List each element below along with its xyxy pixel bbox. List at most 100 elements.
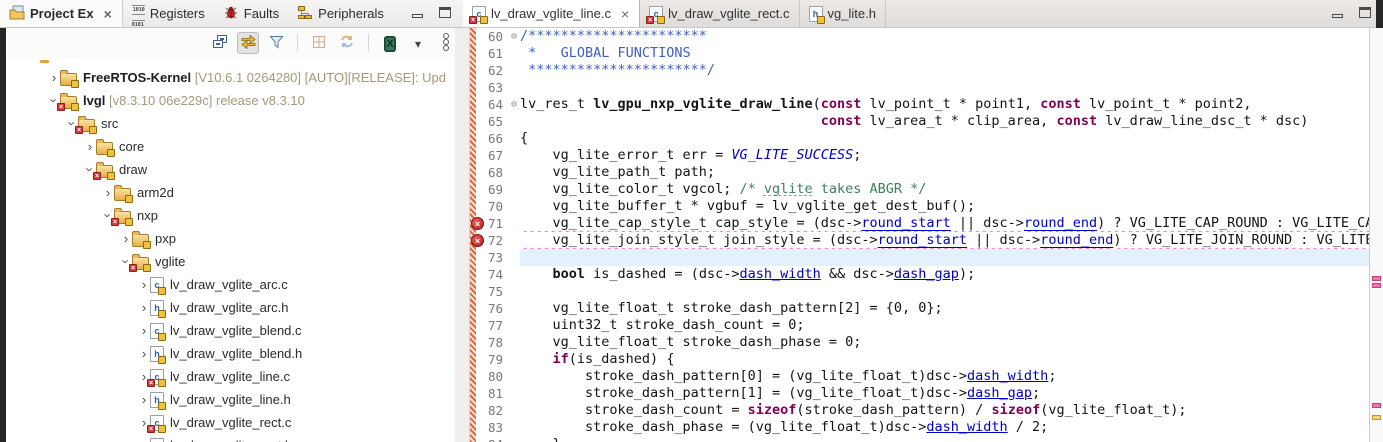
view-menu-button[interactable]	[435, 32, 457, 54]
view-tab-peripherals[interactable]: Peripherals	[288, 0, 393, 27]
filter-button[interactable]	[265, 32, 287, 54]
grid-view-icon	[312, 35, 326, 52]
fold-gutter	[508, 385, 520, 402]
tree-row-lv-draw-vglite-arc-h[interactable]: › h lv_draw_vglite_arc.h	[7, 296, 463, 319]
line-number: 64	[476, 96, 508, 113]
panel-sash[interactable]	[455, 28, 470, 442]
tree-item-name: lv_draw_vglite_rect.h	[170, 438, 292, 442]
editor-tab-lv_draw_vglite_rect-c[interactable]: c × lv_draw_vglite_rect.c	[640, 0, 800, 27]
minimize-button[interactable]	[1332, 6, 1343, 21]
tab-label: Peripherals	[318, 6, 384, 21]
excel-export-button[interactable]: X	[379, 32, 401, 54]
tree-row-lv-draw-vglite-blend-h[interactable]: › h lv_draw_vglite_blend.h	[7, 342, 463, 365]
fold-marker-icon[interactable]: ⊖	[508, 28, 520, 45]
tree-row-vglite[interactable]: › × vglite	[7, 250, 463, 273]
tree-item-name: FreeRTOS-Kernel	[83, 70, 192, 85]
excel-export-icon: X	[384, 36, 396, 52]
folder-icon: ×	[93, 161, 115, 180]
tree-row-lv-draw-vglite-arc-c[interactable]: › c lv_draw_vglite_arc.c	[7, 273, 463, 296]
tree-item-name: core	[119, 139, 145, 154]
code-line-66: 66 {	[470, 130, 1369, 147]
tree-item-label: core	[119, 139, 144, 154]
collapse-all-button[interactable]	[209, 32, 231, 54]
tree-row-pxp[interactable]: › pxp	[7, 227, 463, 250]
fold-marker-icon[interactable]: ⊖	[508, 96, 520, 113]
tree-row-freertos-kernel[interactable]: › FreeRTOS-Kernel [V10.6.1 0264280] [AUTO…	[7, 66, 463, 89]
error-badge: ×	[646, 15, 655, 24]
chevron-right-icon[interactable]: ›	[138, 346, 150, 361]
code-lines: 60 ⊖/********************** 61 * GLOBAL FU…	[470, 28, 1369, 442]
editor-tabbar: c × lv_draw_vglite_line.c × c × lv_draw_vglite…	[463, 0, 1383, 28]
tree-row-draw[interactable]: › × draw	[7, 158, 463, 181]
line-number: 76	[476, 300, 508, 317]
tree-item-name: lv_draw_vglite_arc.h	[170, 300, 289, 315]
close-icon[interactable]: ×	[620, 7, 630, 21]
tree-row-lv-draw-vglite-rect-h[interactable]: ›h lv_draw_vglite_rect.h	[7, 434, 463, 442]
chevron-right-icon[interactable]: ›	[138, 300, 150, 315]
refresh-sync-button[interactable]	[336, 32, 358, 54]
tree-row-core[interactable]: › core	[7, 135, 463, 158]
fold-gutter	[508, 436, 520, 442]
overview-marker[interactable]	[1372, 283, 1381, 288]
editor-tab-lv_draw_vglite_line-c[interactable]: c × lv_draw_vglite_line.c ×	[463, 0, 641, 27]
dropdown-chevron-button[interactable]: ▾	[407, 32, 429, 54]
chevron-right-icon[interactable]: ›	[138, 323, 150, 338]
fold-gutter	[508, 249, 520, 266]
tree-row-lv-draw-vglite-rect-c[interactable]: › c × lv_draw_vglite_rect.c	[7, 411, 463, 434]
tree-row-lvgl[interactable]: › × lvgl [v8.3.10 06e229c] release v8.3.10	[7, 89, 463, 112]
view-tab-registers[interactable]: 1010 0101 Registers	[123, 0, 214, 30]
file-c-icon: c	[150, 276, 166, 295]
project-explorer-toolbar: X ▾	[7, 28, 463, 58]
link-with-editor-button[interactable]	[237, 32, 259, 54]
editor-tab-vg_lite-h[interactable]: h vg_lite.h	[800, 0, 886, 27]
fold-gutter	[508, 215, 520, 232]
overview-marker[interactable]	[1372, 403, 1381, 408]
code-line-74: 74 bool is_dashed = (dsc->dash_width && …	[470, 266, 1369, 283]
error-marker-icon[interactable]: ×	[471, 234, 484, 247]
overview-marker[interactable]	[1372, 415, 1381, 420]
project-explorer-tree[interactable]: › FreeRTOS-Kernel [V10.6.1 0264280] [AUTO…	[7, 58, 463, 442]
line-number: 80	[476, 368, 508, 385]
view-tab-faults[interactable]: Faults	[214, 0, 288, 27]
minimize-button[interactable]	[412, 6, 423, 21]
gold-badge	[158, 286, 166, 295]
chevron-right-icon[interactable]: ›	[84, 139, 96, 154]
line-number: 70	[476, 198, 508, 215]
tree-row-lv-draw-vglite-blend-c[interactable]: › c lv_draw_vglite_blend.c	[7, 319, 463, 342]
tree-item-label: vglite	[155, 254, 185, 269]
code-text: vg_lite_error_t err = VG_LITE_SUCCESS;	[520, 147, 862, 163]
tree-row-lv-draw-vglite-line-c[interactable]: › c × lv_draw_vglite_line.c	[7, 365, 463, 388]
code-editor[interactable]: 60 ⊖/********************** 61 * GLOBAL FU…	[470, 28, 1369, 442]
chevron-right-icon[interactable]: ›	[138, 392, 150, 407]
tree-row-arm2d[interactable]: › arm2d	[7, 181, 463, 204]
overview-marker[interactable]	[1372, 276, 1381, 281]
maximize-button[interactable]	[1359, 6, 1371, 21]
gold-badge	[143, 263, 151, 272]
folder-icon	[60, 69, 79, 88]
maximize-button[interactable]	[439, 6, 451, 21]
tree-row-nxp[interactable]: › × nxp	[7, 204, 463, 227]
line-number: 66	[476, 130, 508, 147]
gold-badge	[158, 355, 166, 364]
gold-badge	[125, 217, 133, 226]
chevron-right-icon[interactable]: ›	[48, 70, 60, 85]
tree-row-lv-draw-vglite-line-h[interactable]: › h lv_draw_vglite_line.h	[7, 388, 463, 411]
overview-ruler[interactable]	[1369, 28, 1383, 442]
close-icon[interactable]: ×	[103, 7, 113, 21]
view-tab-project-ex[interactable]: Project Ex ×	[0, 0, 123, 27]
chevron-right-icon[interactable]: ›	[138, 438, 150, 442]
code-text: vg_lite_join_style_t join_style = (dsc->…	[520, 232, 1370, 249]
tree-item-name: lv_draw_vglite_blend.h	[170, 346, 303, 361]
error-underlined-text: vg_lite_cap_style_t cap_style = (dsc->ro…	[520, 215, 1370, 231]
chevron-right-icon[interactable]: ›	[102, 185, 114, 200]
tree-item-name: lvgl	[83, 93, 106, 108]
grid-view-button[interactable]	[308, 32, 330, 54]
peripherals-icon	[297, 5, 313, 22]
tree-row-src[interactable]: › × src	[7, 112, 463, 135]
chevron-right-icon[interactable]: ›	[138, 277, 150, 292]
tree-item-label: pxp	[155, 231, 176, 246]
error-marker-icon[interactable]: ×	[471, 217, 484, 230]
code-line-73: 73	[470, 249, 1369, 266]
chevron-right-icon[interactable]: ›	[120, 231, 132, 246]
error-badge: ×	[111, 217, 119, 226]
